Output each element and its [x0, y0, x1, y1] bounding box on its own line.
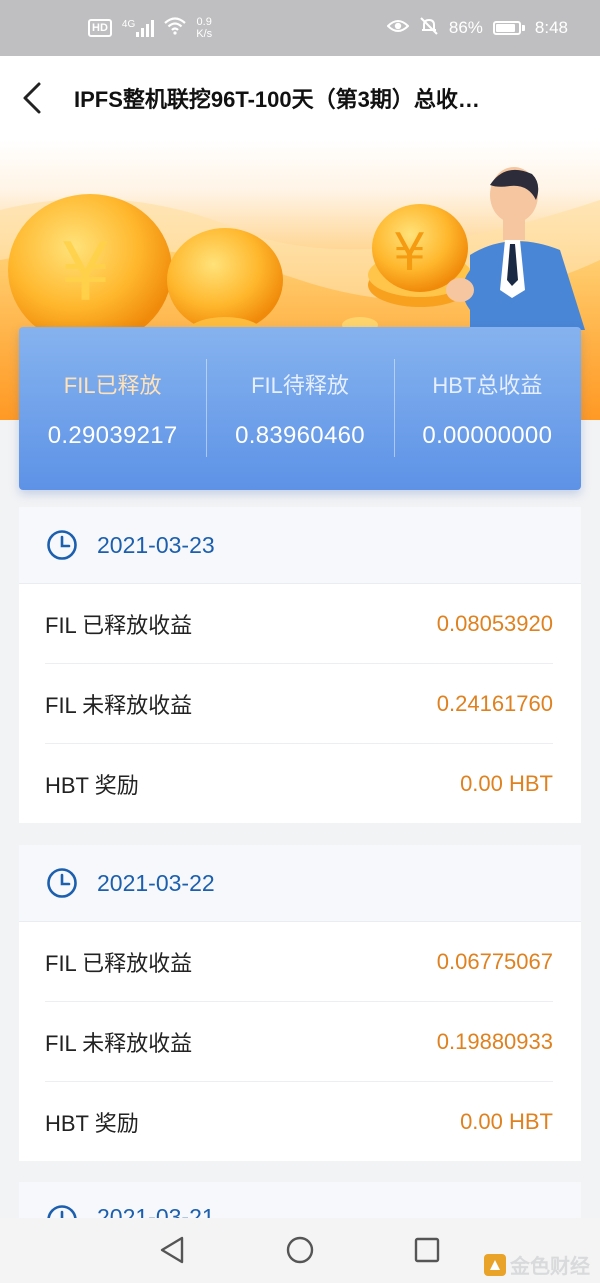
record-value: 0.00 HBT [460, 1108, 553, 1134]
watermark-logo-icon [484, 1253, 506, 1276]
clock-icon [46, 529, 78, 561]
nav-back-icon[interactable] [154, 1232, 190, 1268]
summary-label: FIL已释放 [63, 372, 162, 398]
app-header: IPFS整机联挖96T-100天（第3期）总收… [0, 56, 600, 140]
summary-label: HBT总收益 [432, 372, 543, 398]
summary-hbt-total: HBT总收益 0.00000000 [393, 327, 581, 490]
nav-recents-icon[interactable] [409, 1232, 445, 1268]
summary-value: 0.00000000 [422, 421, 553, 449]
daily-record-card: 2021-03-23 FIL 已释放收益 0.08053920 FIL 未释放收… [19, 507, 581, 823]
record-value: 0.08053920 [436, 610, 553, 636]
watermark-text: 金色财经 [510, 1256, 590, 1278]
daily-record-card: 2021-03-21 [19, 1182, 581, 1218]
battery-icon [492, 21, 525, 35]
wifi-icon [164, 16, 186, 40]
status-bar: HD 4G 0.9 K/s 86% 8:48 [0, 0, 600, 56]
record-row: FIL 已释放收益 0.06775067 [45, 922, 553, 1002]
summary-fil-released: FIL已释放 0.29039217 [19, 327, 206, 490]
battery-percent: 86% [448, 18, 483, 37]
page-title: IPFS整机联挖96T-100天（第3期）总收… [74, 87, 480, 112]
record-value: 0.19880933 [436, 1028, 553, 1054]
record-date-header: 2021-03-21 [19, 1182, 581, 1218]
summary-value: 0.83960460 [235, 421, 365, 449]
record-row: HBT 奖励 0.00 HBT [45, 1082, 553, 1161]
record-value: 0.24161760 [436, 690, 553, 716]
summary-label: FIL待释放 [251, 372, 349, 398]
record-date: 2021-03-22 [97, 869, 215, 896]
record-date-header: 2021-03-23 [19, 507, 581, 584]
nav-home-icon[interactable] [282, 1232, 318, 1268]
record-row: FIL 已释放收益 0.08053920 [45, 584, 553, 664]
svg-text:¥: ¥ [393, 223, 426, 283]
hd-voice-icon: HD [88, 19, 112, 37]
record-label: FIL 已释放收益 [45, 950, 193, 976]
svg-text:¥: ¥ [60, 226, 111, 319]
daily-record-card: 2021-03-22 FIL 已释放收益 0.06775067 FIL 未释放收… [19, 845, 581, 1161]
clock-time: 8:48 [534, 18, 568, 37]
clock-icon [46, 1204, 78, 1218]
record-date: 2021-03-23 [97, 531, 215, 558]
eye-comfort-icon [386, 18, 410, 39]
network-type-label: 4G [121, 19, 136, 30]
record-date: 2021-03-21 [97, 1204, 215, 1218]
watermark: 金色财经 [484, 1250, 590, 1279]
record-date-header: 2021-03-22 [19, 845, 581, 922]
mute-bell-icon [419, 16, 439, 41]
earnings-summary-card: FIL已释放 0.29039217 FIL待释放 0.83960460 HBT总… [19, 327, 581, 490]
record-label: FIL 未释放收益 [45, 692, 193, 718]
record-row: FIL 未释放收益 0.19880933 [45, 1002, 553, 1082]
summary-value: 0.29039217 [47, 421, 178, 449]
record-label: FIL 已释放收益 [45, 612, 193, 638]
network-speed: 0.9 K/s [196, 16, 212, 40]
record-label: HBT 奖励 [45, 772, 139, 798]
clock-icon [46, 867, 78, 899]
network-speed-unit: K/s [196, 28, 213, 40]
record-row: FIL 未释放收益 0.24161760 [45, 664, 553, 744]
signal-icon: 4G [121, 19, 155, 37]
record-row: HBT 奖励 0.00 HBT [45, 744, 553, 823]
record-label: HBT 奖励 [45, 1110, 139, 1136]
record-value: 0.06775067 [436, 948, 553, 974]
network-speed-value: 0.9 [196, 16, 212, 28]
back-arrow-icon[interactable] [2, 56, 62, 140]
record-label: FIL 未释放收益 [45, 1030, 193, 1056]
summary-fil-pending: FIL待释放 0.83960460 [206, 327, 393, 490]
record-value: 0.00 HBT [460, 770, 553, 796]
